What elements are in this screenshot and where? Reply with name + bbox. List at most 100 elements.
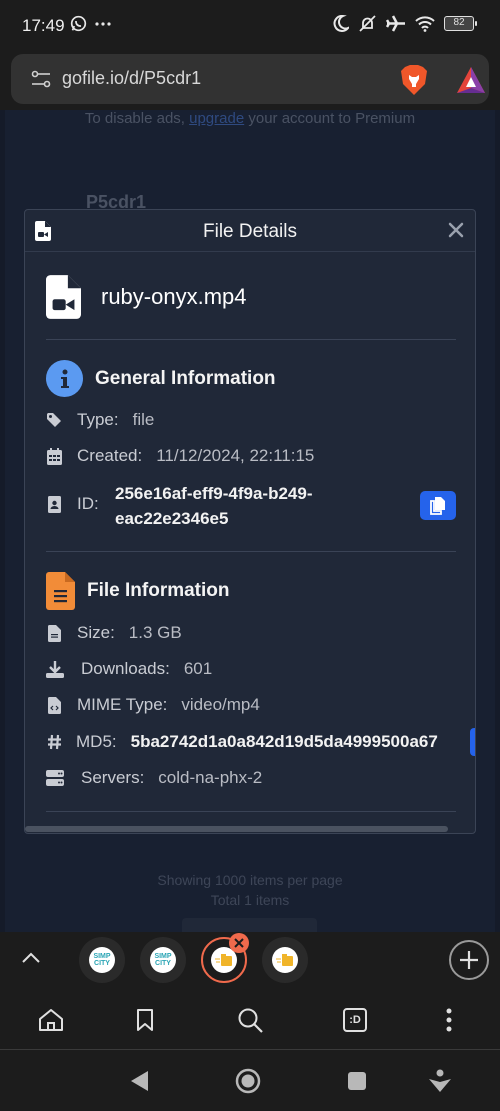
divider [46,551,456,552]
tab-strip: SIMP CITY SIMP CITY [0,932,500,989]
modal-header: File Details [25,210,475,252]
home-icon [39,1009,63,1031]
general-info-header: General Information [46,360,276,397]
md5-label: MD5: [76,732,117,751]
downloads-value: 601 [183,659,213,678]
new-tab-button[interactable] [449,940,489,980]
airplane-icon [386,15,405,32]
more-vertical-icon [446,1008,452,1032]
page-selector[interactable] [182,918,317,932]
phone-screen: 17:49 82 gofile.io/d/P5cdr1 To disable a… [0,0,500,1111]
servers-label: Servers: [81,768,145,787]
plus-icon [460,951,478,969]
type-label: Type: [77,410,119,429]
size-value: 1.3 GB [128,623,182,642]
id-label: ID: [77,494,99,513]
close-icon [234,938,244,948]
hash-icon [47,734,61,750]
file-icon [47,624,61,642]
servers-value: cold-na-phx-2 [158,768,263,787]
file-info-title: File Information [87,580,230,601]
bookmarks-button[interactable] [131,1006,159,1034]
file-details-modal: File Details ruby-onyx.mp4 General Infor… [24,209,476,834]
muted-bell-icon [359,15,376,32]
modal-title: File Details [203,221,297,242]
status-bar: 17:49 82 [0,0,500,52]
bookmark-icon [137,1009,153,1031]
file-lines-icon [46,572,75,610]
servers-row: Servers: cold-na-phx-2 [46,768,262,788]
brave-shields-icon[interactable] [399,64,429,96]
tab-switcher-icon: :D [343,1008,367,1032]
copy-icon [430,496,445,515]
recents-square-icon [348,1072,366,1090]
mime-row: MIME Type: video/mp4 [46,695,260,715]
home-circle-icon [235,1068,261,1094]
close-icon[interactable] [447,221,465,239]
tag-icon [47,413,61,427]
copy-id-button[interactable] [420,491,456,520]
home-button[interactable] [37,1006,65,1034]
back-triangle-icon [131,1071,148,1091]
ad-notice: To disable ads, upgrade your account to … [0,110,500,127]
moon-icon [333,15,349,32]
system-nav-bar [0,1051,500,1111]
download-icon [46,660,64,678]
horizontal-scrollbar[interactable] [25,826,448,832]
brave-rewards-icon[interactable] [456,66,486,94]
menu-button[interactable] [435,1006,463,1034]
info-icon [46,360,83,397]
total-items-text: Total 1 items [210,892,290,908]
back-button[interactable] [125,1067,153,1095]
upgrade-link[interactable]: upgrade [189,110,244,127]
id-value: 256e16af-eff9-4f9a-b249-eac22e2346e5 [115,484,313,528]
calendar-icon [46,447,62,465]
created-row: Created: 11/12/2024, 22:11:15 [46,446,314,466]
close-tab-button[interactable] [229,933,249,953]
status-time: 17:49 [22,16,65,35]
downloads-label: Downloads: [81,659,170,678]
whatsapp-icon [70,15,87,32]
tab-switcher-label: :D [349,1014,361,1026]
downloads-row: Downloads: 601 [46,659,212,679]
url-bar[interactable]: gofile.io/d/P5cdr1 [11,54,489,104]
recents-button[interactable] [343,1067,371,1095]
type-value: file [132,410,155,429]
file-info-header: File Information [46,572,230,610]
created-label: Created: [77,446,143,465]
chevron-up-icon[interactable] [21,950,41,964]
search-button[interactable] [236,1006,264,1034]
more-notifications-icon [95,21,111,26]
browser-toolbar: :D [0,989,500,1050]
md5-copy-button[interactable] [470,728,475,756]
site-settings-icon[interactable] [31,69,51,89]
items-per-page-text: Showing 1000 items per page [157,872,343,888]
file-video-icon-large [46,275,81,319]
tab-simpcity-2[interactable]: SIMP CITY [140,937,186,983]
battery-icon: 82 [444,16,477,31]
file-name: ruby-onyx.mp4 [101,284,247,309]
file-code-icon [47,696,61,714]
server-icon [46,770,64,786]
gofile-favicon [272,947,298,973]
assistant-button[interactable] [426,1067,454,1095]
divider [46,811,456,812]
tab-switcher-button[interactable]: :D [341,1006,369,1034]
tab-simpcity[interactable]: SIMP CITY [79,937,125,983]
md5-value: 5ba2742d1a0a842d19d5da4999500a67 [130,732,438,751]
type-row: Type: file [46,410,154,430]
url-text[interactable]: gofile.io/d/P5cdr1 [62,68,201,89]
ad-notice-suffix: your account to Premium [244,110,416,127]
simpcity-favicon: SIMP CITY [150,947,176,973]
md5-row: MD5: 5ba2742d1a0a842d19d5da4999500a67 [46,732,438,752]
search-icon [238,1008,263,1033]
home-nav-button[interactable] [234,1067,262,1095]
id-badge-icon [47,495,61,513]
wifi-icon [415,16,435,32]
general-info-title: General Information [95,367,276,389]
simpcity-favicon: SIMP CITY [89,947,115,973]
mime-value: video/mp4 [181,695,260,714]
created-value: 11/12/2024, 22:11:15 [156,446,315,465]
tab-gofile-2[interactable] [262,937,308,983]
ad-notice-prefix: To disable ads, [84,110,190,127]
